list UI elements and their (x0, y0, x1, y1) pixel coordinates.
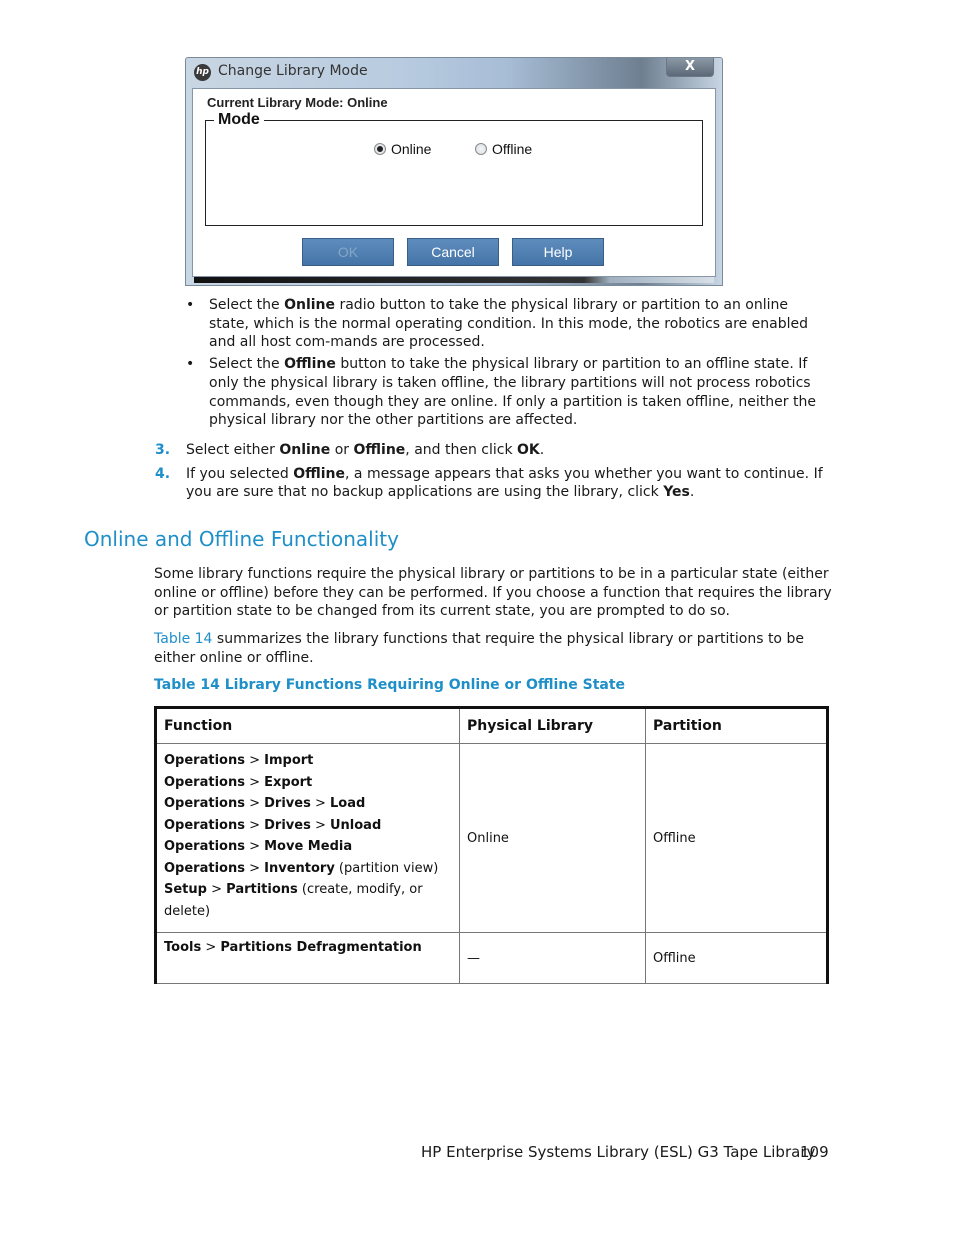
table-caption: Table 14 Library Functions Requiring Onl… (154, 677, 626, 693)
bullet-bold: Offline (284, 356, 336, 373)
header-function: Function (155, 707, 460, 744)
section-paragraph-1: Some library functions require the physi… (154, 566, 832, 620)
partition-cell: Offline (645, 932, 828, 984)
functions-table: Function Physical Library Partition Oper… (154, 706, 829, 984)
radio-unchecked-icon[interactable] (475, 143, 487, 155)
step-number: 4. (155, 465, 171, 482)
change-library-mode-dialog: hp Change Library Mode X Current Library… (185, 57, 723, 286)
step-text: , and then click (405, 442, 518, 458)
cancel-button[interactable]: Cancel (407, 238, 499, 266)
bullet-icon: • (186, 356, 195, 373)
dialog-title: Change Library Mode (218, 63, 368, 79)
header-partition: Partition (645, 707, 828, 744)
step-bold: OK (517, 442, 540, 458)
function-item: Operations > Import (164, 753, 314, 768)
function-item: Operations > Inventory (partition view) (164, 860, 439, 876)
step-bold: Online (279, 442, 331, 458)
step-3: 3. Select either Online or Offline, and … (155, 441, 830, 460)
table-row: Tools > Partitions Defragmentation — Off… (155, 932, 828, 984)
function-item: Operations > Move Media (164, 839, 353, 854)
online-radio-label: Online (391, 141, 432, 157)
step-number: 3. (155, 442, 171, 458)
function-item: Operations > Drives > Unload (164, 817, 382, 833)
dialog-content: Current Library Mode: Online Mode Online… (192, 88, 716, 277)
bullet-text: Select the (209, 356, 285, 373)
partition-cell: Offline (645, 743, 828, 933)
physical-library-cell: Online (459, 743, 646, 933)
step-text: or (330, 442, 354, 458)
step-text: If you selected (186, 465, 294, 482)
help-button[interactable]: Help (512, 238, 604, 266)
dialog-bottom-edge (194, 277, 714, 283)
table-14-link[interactable]: Table 14 (154, 631, 212, 647)
step-text: . (539, 442, 545, 458)
physical-library-cell: — (459, 932, 646, 984)
close-button[interactable]: X (666, 58, 714, 77)
section-paragraph-2: Table 14 summarizes the library function… (154, 630, 834, 667)
step-bold: Offline (353, 442, 406, 458)
step-list: 3. Select either Online or Offline, and … (155, 441, 830, 507)
hp-logo-icon: hp (194, 64, 211, 81)
step-bold: Offline (293, 465, 346, 482)
table-row: Operations > Import Operations > Export … (155, 743, 828, 933)
table-header-row: Function Physical Library Partition (155, 707, 828, 744)
function-item: Setup > Partitions (create, modify, or d… (164, 882, 423, 919)
bullet-icon: • (186, 297, 195, 313)
footer-title: HP Enterprise Systems Library (ESL) G3 T… (421, 1143, 816, 1161)
ok-button[interactable]: OK (302, 238, 394, 266)
current-library-mode: Current Library Mode: Online (207, 95, 388, 110)
step-4: 4. If you selected Offline, a message ap… (155, 465, 830, 502)
function-cell: Operations > Import Operations > Export … (155, 743, 460, 933)
function-item: Operations > Export (164, 774, 313, 790)
bullet-list: • Select the Online radio button to take… (186, 296, 831, 433)
mode-group-label: Mode (214, 111, 264, 129)
step-text: Select either (186, 442, 280, 458)
bullet-text: Select the (209, 297, 285, 313)
page-number: 109 (800, 1143, 829, 1161)
offline-radio[interactable]: Offline (475, 141, 532, 157)
bullet-item-offline: • Select the Offline button to take the … (186, 355, 831, 430)
radio-checked-icon[interactable] (374, 143, 386, 155)
function-cell: Tools > Partitions Defragmentation (155, 932, 460, 984)
header-physical-library: Physical Library (459, 707, 646, 744)
step-bold: Yes (663, 484, 690, 501)
bullet-item-online: • Select the Online radio button to take… (186, 296, 831, 352)
function-item: Tools > Partitions Defragmentation (164, 940, 422, 955)
online-radio[interactable]: Online (374, 141, 431, 157)
step-text: . (689, 484, 695, 501)
section-title: Online and Offline Functionality (84, 527, 399, 551)
paragraph-text: summarizes the library functions that re… (154, 631, 804, 666)
mode-group: Mode Online Offline (205, 111, 703, 226)
dialog-titlebar: hp Change Library Mode X (186, 58, 722, 88)
offline-radio-label: Offline (492, 141, 533, 157)
bullet-bold: Online (284, 297, 336, 313)
function-item: Operations > Drives > Load (164, 796, 366, 811)
